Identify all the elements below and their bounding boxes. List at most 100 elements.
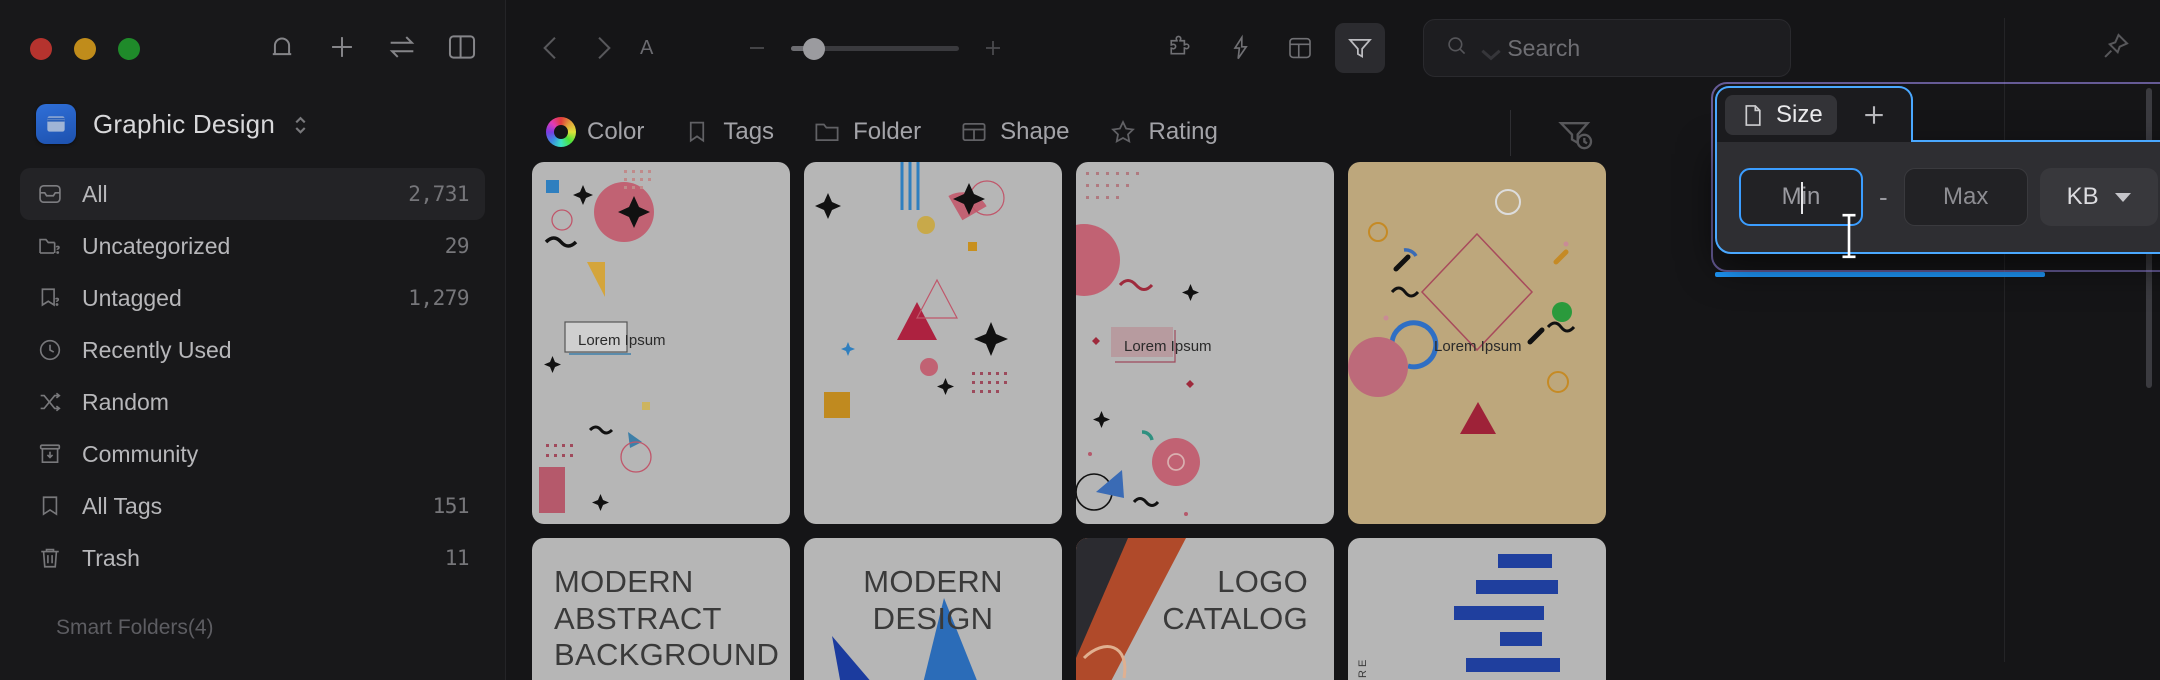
sidebar-item-label: Uncategorized — [82, 232, 231, 259]
trash-icon — [36, 544, 64, 572]
filter-chip-label: Tags — [723, 118, 775, 145]
filter-chip-rating[interactable]: Rating — [1094, 109, 1232, 155]
popup-bottom-accent — [1715, 272, 2045, 277]
library-name: Graphic Design — [93, 108, 275, 139]
top-toolbar: A Search — [506, 0, 2160, 96]
size-filter-popup: Size Min - Max KB — [1715, 86, 2160, 254]
sidebar-item-community[interactable]: Community — [20, 428, 485, 480]
size-tab[interactable]: Size — [1725, 95, 1837, 135]
size-max-input[interactable]: Max — [1903, 168, 2028, 226]
thumbnail-card[interactable]: R E — [1348, 538, 1606, 680]
funnel-icon[interactable] — [1335, 23, 1386, 73]
card-label: Lorem Ipsum — [1124, 338, 1212, 355]
search-placeholder: Search — [1507, 34, 1581, 61]
sidebar-item-label: Untagged — [82, 284, 182, 311]
filter-chip-tags[interactable]: Tags — [668, 109, 788, 155]
sidebar-item-label: Recently Used — [82, 336, 232, 363]
sidebar-item-all-tags[interactable]: All Tags 151 — [20, 480, 485, 532]
bookmark-icon — [36, 492, 64, 520]
thumbnail-card[interactable] — [804, 162, 1062, 524]
library-icon — [36, 104, 76, 144]
close-button[interactable] — [30, 38, 52, 60]
sidebar-item-untagged[interactable]: Untagged 1,279 — [20, 272, 485, 324]
filter-chip-folder[interactable]: Folder — [798, 109, 935, 155]
clock-icon — [36, 336, 64, 364]
card-label: Lorem Ipsum — [578, 332, 666, 349]
transfer-icon[interactable] — [385, 30, 419, 64]
thumbnail-card[interactable]: LOGO CATALOG — [1076, 538, 1334, 680]
svg-text:R E: R E — [1357, 660, 1369, 678]
folder-question-icon — [36, 232, 64, 260]
lightning-icon[interactable] — [1215, 23, 1265, 73]
size-unit-value: KB — [2066, 183, 2099, 210]
plus-icon[interactable] — [325, 30, 359, 64]
sidebar-item-trash[interactable]: Trash 11 — [20, 532, 485, 584]
zoom-slider[interactable] — [791, 38, 960, 60]
breadcrumb[interactable]: A — [640, 37, 653, 60]
filter-history-icon[interactable] — [1556, 114, 1596, 154]
size-range-separator: - — [1879, 181, 1888, 212]
sidebar-item-recently-used[interactable]: Recently Used — [20, 324, 485, 376]
chevron-down-icon[interactable] — [1478, 41, 1502, 60]
thumbnail-card[interactable]: MODERN DESIGN — [804, 538, 1062, 680]
sidebar-item-count: 1,279 — [408, 286, 469, 310]
chevron-down-icon — [2114, 192, 2131, 202]
search-input[interactable]: Search — [1423, 19, 1792, 77]
color-wheel-icon — [546, 117, 576, 147]
toolbar-actions — [1155, 23, 1386, 73]
sidebar-nav: All 2,731 Uncategorized 29 Untagged 1,27… — [0, 168, 505, 640]
filter-chip-label: Shape — [1000, 118, 1070, 145]
thumbnail-card[interactable]: MODERN ABSTRACT BACKGROUND — [532, 538, 790, 680]
tag-question-icon — [36, 284, 64, 312]
slider-thumb[interactable] — [803, 38, 826, 60]
sidebar-item-label: Community — [82, 440, 199, 467]
zoom-control — [743, 34, 1007, 62]
folder-icon — [812, 117, 842, 147]
bookmark-icon — [682, 117, 712, 147]
text-cursor — [1836, 210, 1862, 262]
card-label: MODERN DESIGN — [863, 564, 1003, 636]
size-filter-body: Min - Max KB — [1715, 140, 2160, 254]
sidebar-top-actions — [265, 30, 479, 64]
filter-chip-label: Color — [587, 118, 645, 145]
sidebar-item-count: 151 — [432, 494, 470, 518]
sidebar-item-all[interactable]: All 2,731 — [20, 168, 485, 220]
community-icon — [36, 440, 64, 468]
thumbnail-card[interactable]: Lorem Ipsum — [1348, 162, 1606, 524]
sidebar-item-uncategorized[interactable]: Uncategorized 29 — [20, 220, 485, 272]
shuffle-icon — [36, 388, 64, 416]
main-content: A Search Color Tags Folder Shape Rating … — [506, 0, 2160, 680]
sidebar-item-random[interactable]: Random — [20, 376, 485, 428]
filter-chip-shape[interactable]: Shape — [945, 109, 1083, 155]
sidebar-item-label: All Tags — [82, 492, 163, 519]
size-tab-bar: Size — [1715, 86, 1913, 142]
maximize-button[interactable] — [118, 38, 140, 60]
sidebar-item-label: All — [82, 180, 108, 207]
thumbnail-card[interactable]: Lorem Ipsum — [532, 162, 790, 524]
sidebar-toggle-icon[interactable] — [445, 30, 479, 64]
sidebar-item-label: Trash — [82, 544, 140, 571]
file-icon — [1739, 102, 1766, 129]
bell-icon[interactable] — [265, 30, 299, 64]
zoom-out-button[interactable] — [743, 34, 771, 62]
text-caret — [1801, 182, 1803, 214]
puzzle-icon[interactable] — [1155, 23, 1205, 73]
star-icon — [1108, 117, 1138, 147]
sidebar-item-label: Random — [82, 388, 169, 415]
add-filter-button[interactable] — [1859, 100, 1889, 130]
library-selector[interactable]: Graphic Design — [36, 104, 505, 144]
chevron-left-icon[interactable] — [532, 29, 570, 67]
eagle-app-window: Graphic Design All 2,731 Uncategorized 2… — [0, 0, 2160, 680]
thumbnail-card[interactable]: Lorem Ipsum — [1076, 162, 1334, 524]
minimize-button[interactable] — [74, 38, 96, 60]
zoom-in-button[interactable] — [979, 34, 1007, 62]
filter-chip-color[interactable]: Color — [532, 109, 658, 155]
layout-icon[interactable] — [1275, 23, 1325, 73]
size-unit-dropdown[interactable]: KB — [2039, 168, 2158, 226]
search-icon — [1444, 33, 1470, 64]
sidebar-item-count: 2,731 — [408, 182, 469, 206]
chevron-right-icon[interactable] — [584, 29, 622, 67]
sidebar: Graphic Design All 2,731 Uncategorized 2… — [0, 0, 506, 680]
sidebar-item-count: 29 — [444, 234, 470, 258]
